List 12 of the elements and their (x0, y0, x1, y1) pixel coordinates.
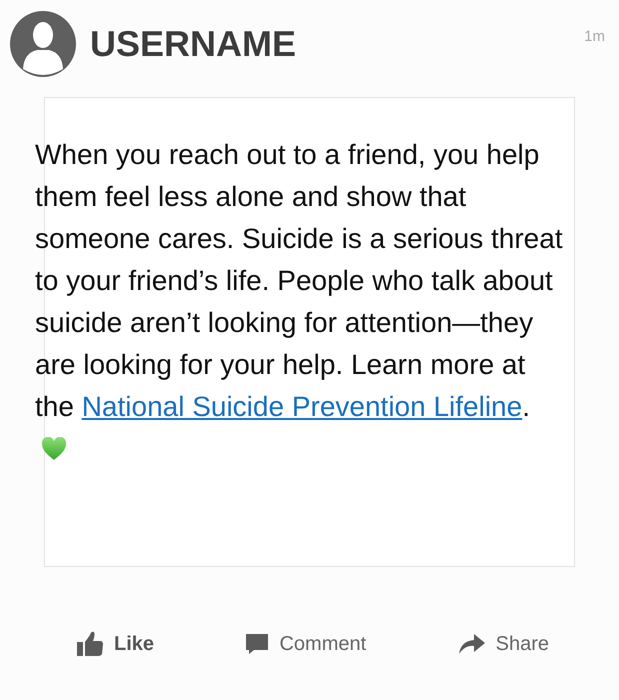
heart-icon (41, 437, 67, 461)
like-button[interactable]: Like (72, 627, 158, 661)
comment-button[interactable]: Comment (241, 627, 370, 661)
share-arrow-icon (458, 632, 486, 656)
lifeline-link[interactable]: National Suicide Prevention Lifeline (82, 391, 522, 422)
speech-bubble-icon (245, 632, 270, 656)
username[interactable]: USERNAME (90, 23, 296, 65)
timestamp: 1m (584, 28, 605, 45)
avatar-icon (10, 11, 76, 77)
post-text: When you reach out to a friend, you help them feel less alone and show that someone cares. Suicide is a serious threat to your friend’s life. People who talk about suicide aren’t looking for attention—they are looking for your help. Learn more at the National Suicide Prevention Lifeline. (35, 134, 566, 470)
share-button[interactable]: Share (454, 627, 553, 661)
thumbs-up-icon (76, 631, 104, 657)
